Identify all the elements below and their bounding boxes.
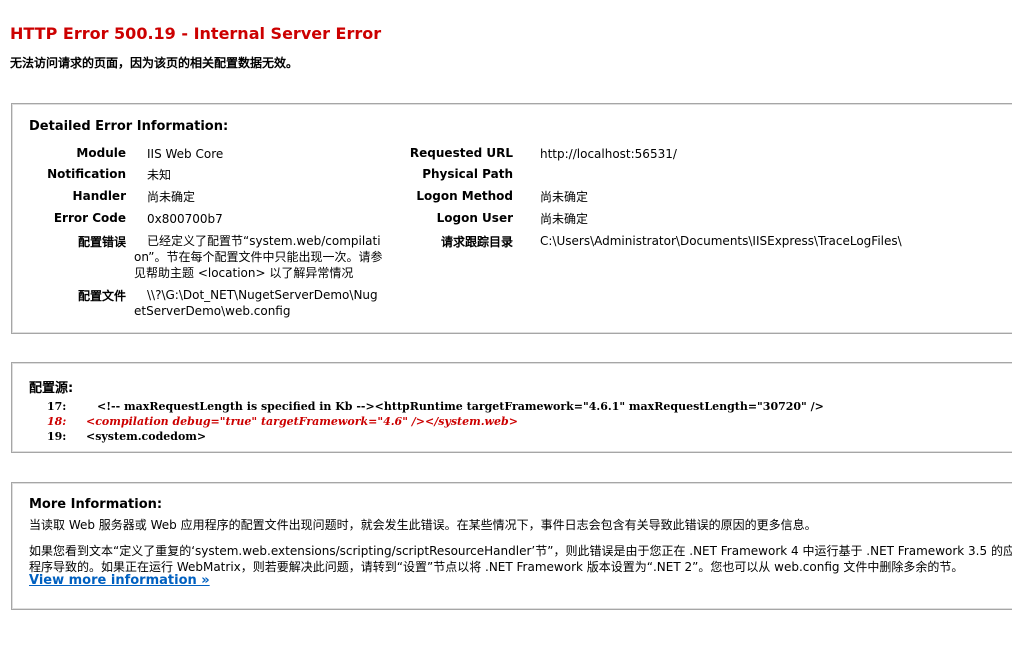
code-line-number: 19: <box>47 430 67 443</box>
more-info-paragraph: 当读取 Web 服务器或 Web 应用程序的配置文件出现问题时，就会发生此错误。… <box>29 518 817 532</box>
more-info-paragraph: 如果您看到文本“定义了重复的‘system.web.extensions/scr… <box>29 544 1012 558</box>
code-line: <system.codedom> <box>86 430 207 443</box>
config-source-box: 配置源: 17: <!-- maxRequestLength is specif… <box>11 362 1012 453</box>
config-source-heading: 配置源: <box>29 381 74 396</box>
error-code-value: 0x800700b7 <box>147 212 223 226</box>
detailed-error-box: Detailed Error Information: Module IIS W… <box>11 103 1012 334</box>
logon-user-label: Logon User <box>436 211 513 225</box>
more-info-box: More Information: 当读取 Web 服务器或 Web 应用程序的… <box>11 482 1012 610</box>
code-line: <!-- maxRequestLength is specified in Kb… <box>97 400 824 413</box>
module-label: Module <box>76 146 126 160</box>
error-code-label: Error Code <box>53 211 126 225</box>
physical-path-label: Physical Path <box>422 167 513 181</box>
page-title: HTTP Error 500.19 - Internal Server Erro… <box>10 24 382 43</box>
code-line-number: 17: <box>47 400 67 413</box>
trace-dir-label: 请求跟踪目录 <box>440 235 513 249</box>
config-error-value: 已经定义了配置节“system.web/compilation”。节在每个配置文… <box>134 234 383 280</box>
code-line-number-error: 18: <box>47 415 67 428</box>
page-subtitle: 无法访问请求的页面，因为该页的相关配置数据无效。 <box>10 56 299 70</box>
requested-url-value: http://localhost:56531/ <box>540 147 677 161</box>
config-file-value: \\?\G:\Dot_NET\NugetServerDemo\NugetServ… <box>134 288 378 318</box>
view-more-information-link[interactable]: View more information » <box>29 573 210 588</box>
config-file-label: 配置文件 <box>77 289 126 303</box>
handler-label: Handler <box>72 189 126 203</box>
handler-value: 尚未确定 <box>147 190 196 204</box>
notification-value: 未知 <box>147 168 172 182</box>
more-info-heading: More Information: <box>29 497 163 512</box>
module-value: IIS Web Core <box>147 147 224 161</box>
logon-method-label: Logon Method <box>416 189 513 203</box>
notification-label: Notification <box>47 167 126 181</box>
code-line-error: <compilation debug="true" targetFramewor… <box>86 415 518 428</box>
requested-url-label: Requested URL <box>409 146 513 160</box>
trace-dir-value: C:\Users\Administrator\Documents\IISExpr… <box>540 234 902 248</box>
logon-user-value: 尚未确定 <box>540 212 589 226</box>
logon-method-value: 尚未确定 <box>540 190 589 204</box>
config-error-label: 配置错误 <box>77 235 126 249</box>
detailed-error-heading: Detailed Error Information: <box>29 119 229 134</box>
